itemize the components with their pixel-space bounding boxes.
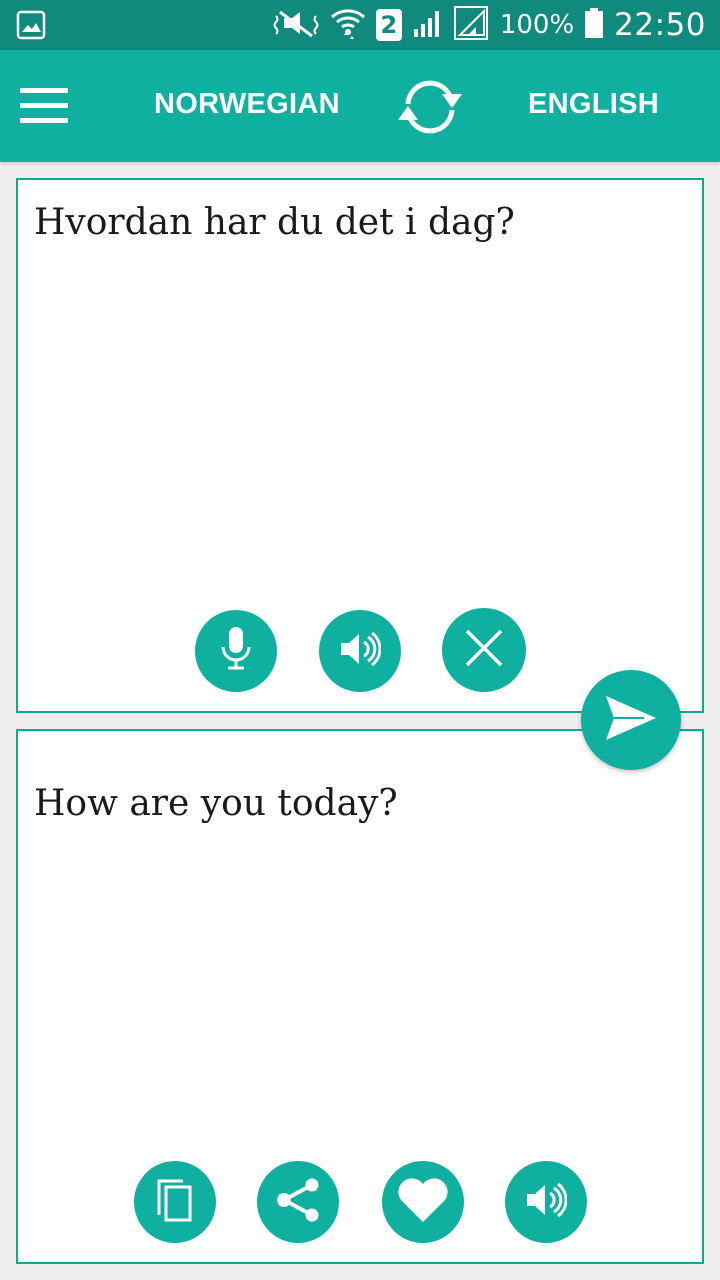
- translated-text: How are you today?: [34, 783, 398, 824]
- status-icons: 2 100% 22:50: [272, 0, 706, 50]
- app-toolbar: NORWEGIAN ENGLISH: [0, 50, 720, 162]
- swap-languages-icon[interactable]: [396, 74, 464, 140]
- heart-icon: [395, 1176, 451, 1229]
- speak-translation-button[interactable]: [505, 1161, 587, 1243]
- copy-icon: [155, 1177, 195, 1228]
- microphone-icon: [216, 625, 256, 678]
- source-text-card: Hvordan har du det i dag?: [16, 178, 704, 713]
- source-text-input[interactable]: Hvordan har du det i dag?: [34, 202, 686, 243]
- translated-text-card: How are you today?: [16, 729, 704, 1264]
- vibrate-mute-icon: [272, 8, 320, 43]
- signal-strength-icon: [412, 7, 444, 44]
- clear-text-button[interactable]: [442, 608, 526, 692]
- battery-icon: [584, 7, 604, 44]
- share-icon: [274, 1178, 322, 1227]
- send-icon: [604, 694, 658, 747]
- copy-button[interactable]: [134, 1161, 216, 1243]
- status-bar: 2 100% 22:50: [0, 0, 720, 50]
- favorite-button[interactable]: [382, 1161, 464, 1243]
- hamburger-menu-icon[interactable]: [20, 88, 68, 124]
- speaker-icon: [525, 1182, 568, 1223]
- speak-source-button[interactable]: [319, 610, 401, 692]
- close-icon: [464, 628, 504, 673]
- share-button[interactable]: [257, 1161, 339, 1243]
- battery-percentage: 100%: [499, 10, 575, 40]
- sim-slot-badge: 2: [375, 9, 402, 41]
- clock: 22:50: [614, 7, 706, 43]
- gallery-notification-icon: [16, 10, 46, 45]
- microphone-button[interactable]: [195, 610, 277, 692]
- speaker-icon: [339, 631, 382, 672]
- signal-strength-secondary-icon: [453, 5, 490, 46]
- translate-send-button[interactable]: [581, 670, 681, 770]
- wifi-icon: [330, 5, 366, 46]
- source-language-selector[interactable]: NORWEGIAN: [154, 88, 340, 121]
- target-language-selector[interactable]: ENGLISH: [528, 88, 659, 121]
